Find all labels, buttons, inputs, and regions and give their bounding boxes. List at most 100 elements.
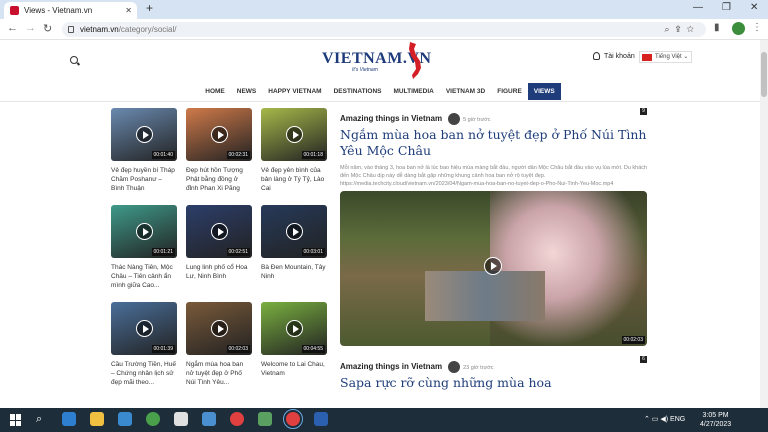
video-duration: 00:02:03 bbox=[621, 336, 645, 344]
video-card[interactable]: 00:04:55 Welcome to Lai Chau, Vietnam bbox=[261, 302, 327, 388]
app-icon[interactable] bbox=[146, 412, 160, 426]
reload-icon[interactable]: ↻ bbox=[43, 22, 52, 35]
search-icon[interactable] bbox=[70, 56, 78, 64]
forward-icon[interactable]: → bbox=[25, 22, 36, 34]
video-thumbnail[interactable]: 00:01:39 bbox=[111, 302, 177, 355]
video-title[interactable]: Vẻ đẹp huyền bí Tháp Chăm Poshanư – Bình… bbox=[111, 166, 177, 194]
menu-item[interactable]: VIETNAM 3D bbox=[440, 83, 491, 100]
tab-title: Views - Vietnam.vn bbox=[24, 6, 93, 15]
new-tab-icon[interactable]: + bbox=[146, 1, 153, 15]
video-title[interactable]: Đẹp hút hồn Tượng Phật bằng đồng ở đỉnh … bbox=[186, 166, 252, 194]
video-thumbnail[interactable]: 00:02:31 bbox=[186, 108, 252, 161]
video-duration: 00:02:31 bbox=[226, 151, 250, 159]
video-card[interactable]: 00:02:51 Lung linh phố cổ Hoa Lư, Ninh Bì… bbox=[186, 205, 252, 291]
play-icon[interactable] bbox=[286, 320, 303, 337]
address-bar[interactable]: vietnam.vn/category/social/ ⌕⇪☆ bbox=[62, 22, 706, 37]
video-thumbnail[interactable]: 00:01:21 bbox=[111, 205, 177, 258]
video-card[interactable]: 00:01:21 Thác Nàng Tiên, Mộc Châu – Tiên … bbox=[111, 205, 177, 291]
play-icon[interactable] bbox=[211, 126, 228, 143]
taskbar-search-icon[interactable]: ⌕ bbox=[36, 413, 42, 426]
video-card[interactable]: 00:02:03 Ngắm mùa hoa ban nở tuyệt đẹp ở … bbox=[186, 302, 252, 388]
video-thumbnail[interactable]: 00:01:40 bbox=[111, 108, 177, 161]
language-select[interactable]: Tiếng Việt ⌄ bbox=[639, 51, 692, 63]
menu-item[interactable]: MULTIMEDIA bbox=[388, 83, 440, 100]
video-title[interactable]: Bà Đen Mountain, Tây Ninh bbox=[261, 263, 327, 291]
play-icon[interactable] bbox=[211, 223, 228, 240]
browser-tab-strip: Views - Vietnam.vn ✕ + — ❐ ✕ bbox=[0, 0, 768, 19]
play-icon[interactable] bbox=[286, 126, 303, 143]
app-icon[interactable] bbox=[258, 412, 272, 426]
video-thumbnail[interactable]: 00:02:51 bbox=[186, 205, 252, 258]
video-thumbnail[interactable]: 00:03:01 bbox=[261, 205, 327, 258]
app-icon[interactable] bbox=[174, 412, 188, 426]
file-explorer-icon[interactable] bbox=[90, 412, 104, 426]
bookmark-star-icon[interactable]: ☆ bbox=[687, 24, 700, 34]
video-thumbnail[interactable]: 00:01:18 bbox=[261, 108, 327, 161]
article-time: 5 giờ trước bbox=[463, 117, 491, 123]
video-duration: 00:01:40 bbox=[151, 151, 175, 159]
video-card[interactable]: 00:03:01 Bà Đen Mountain, Tây Ninh bbox=[261, 205, 327, 291]
vietnam-flag-icon bbox=[642, 54, 652, 61]
play-icon[interactable] bbox=[136, 320, 153, 337]
language-label: Tiếng Việt bbox=[655, 54, 682, 60]
menu-item[interactable]: DESTINATIONS bbox=[328, 83, 388, 100]
page-scrollbar[interactable] bbox=[760, 40, 768, 408]
close-window-icon[interactable]: ✕ bbox=[750, 2, 758, 13]
play-icon[interactable] bbox=[136, 126, 153, 143]
share-icon[interactable]: ⇪ bbox=[676, 24, 687, 34]
url-path: /category/social/ bbox=[118, 25, 177, 34]
video-title[interactable]: Cầu Trường Tiền, Huế – Chứng nhân lịch s… bbox=[111, 360, 177, 388]
video-card[interactable]: 00:02:31 Đẹp hút hồn Tượng Phật bằng đồng… bbox=[186, 108, 252, 194]
profile-avatar[interactable] bbox=[732, 22, 745, 35]
browser-menu-icon[interactable]: ⋮ bbox=[752, 22, 762, 33]
article-category[interactable]: Amazing things in Vietnam 5 giờ trước bbox=[340, 112, 491, 125]
article-title[interactable]: Sapa rực rỡ cùng những mùa hoa bbox=[340, 375, 648, 391]
taskbar-clock[interactable]: 3:05 PM 4/27/2023 bbox=[700, 411, 731, 429]
chrome-icon[interactable] bbox=[230, 412, 244, 426]
play-icon[interactable] bbox=[484, 257, 502, 275]
system-tray[interactable]: ⌃ ▭ ◀) ENG bbox=[644, 415, 685, 423]
author-avatar bbox=[448, 112, 461, 125]
input-language[interactable]: ENG bbox=[670, 416, 685, 423]
video-title[interactable]: Thác Nàng Tiên, Mộc Châu – Tiên cảnh ẩn … bbox=[111, 263, 177, 291]
video-title[interactable]: Vẻ đẹp yên bình của bản làng ở Tý Tỷ, Là… bbox=[261, 166, 327, 194]
zoom-icon[interactable]: ⌕ bbox=[665, 24, 676, 34]
menu-item[interactable]: HAPPY VIETNAM bbox=[262, 83, 327, 100]
chrome-active-icon[interactable] bbox=[283, 409, 303, 429]
article-category[interactable]: Amazing things in Vietnam 23 giờ trước bbox=[340, 360, 494, 373]
video-card[interactable]: 00:01:40 Vẻ đẹp huyền bí Tháp Chăm Poshan… bbox=[111, 108, 177, 194]
menu-item[interactable]: FIGURE bbox=[491, 83, 528, 100]
browser-tab[interactable]: Views - Vietnam.vn ✕ bbox=[4, 2, 137, 19]
video-card[interactable]: 00:01:18 Vẻ đẹp yên bình của bản làng ở T… bbox=[261, 108, 327, 194]
word-icon[interactable] bbox=[314, 412, 328, 426]
article-video-thumbnail[interactable]: 00:02:03 bbox=[340, 191, 647, 346]
play-icon[interactable] bbox=[136, 223, 153, 240]
account-link[interactable]: Tài khoản bbox=[593, 52, 635, 60]
menu-item[interactable]: NEWS bbox=[231, 83, 263, 100]
app-icon[interactable] bbox=[202, 412, 216, 426]
store-icon[interactable] bbox=[118, 412, 132, 426]
windows-start-icon[interactable] bbox=[10, 414, 22, 426]
menu-item[interactable]: VIEWS bbox=[527, 83, 561, 100]
video-title[interactable]: Welcome to Lai Chau, Vietnam bbox=[261, 360, 327, 388]
video-duration: 00:01:21 bbox=[151, 248, 175, 256]
back-icon[interactable]: ← bbox=[7, 22, 18, 34]
video-thumbnail[interactable]: 00:02:03 bbox=[186, 302, 252, 355]
video-title[interactable]: Lung linh phố cổ Hoa Lư, Ninh Bình bbox=[186, 263, 252, 291]
close-tab-icon[interactable]: ✕ bbox=[125, 2, 132, 19]
scrollbar-thumb[interactable] bbox=[761, 52, 767, 97]
user-icon bbox=[593, 52, 600, 60]
restore-icon[interactable]: ❐ bbox=[722, 2, 731, 13]
minimize-icon[interactable]: — bbox=[693, 2, 703, 13]
video-thumbnail[interactable]: 00:04:55 bbox=[261, 302, 327, 355]
menu-item[interactable]: HOME bbox=[199, 83, 231, 100]
author-avatar bbox=[448, 360, 461, 373]
edge-browser-icon[interactable] bbox=[62, 412, 76, 426]
play-icon[interactable] bbox=[286, 223, 303, 240]
side-panel-icon[interactable]: ▮ bbox=[714, 22, 720, 33]
play-icon[interactable] bbox=[211, 320, 228, 337]
article-title[interactable]: Ngắm mùa hoa ban nở tuyệt đẹp ở Phố Núi … bbox=[340, 127, 648, 159]
video-title[interactable]: Ngắm mùa hoa ban nở tuyệt đẹp ở Phố Núi … bbox=[186, 360, 252, 388]
video-card[interactable]: 00:01:39 Cầu Trường Tiền, Huế – Chứng nhâ… bbox=[111, 302, 177, 388]
video-duration: 00:01:18 bbox=[301, 151, 325, 159]
